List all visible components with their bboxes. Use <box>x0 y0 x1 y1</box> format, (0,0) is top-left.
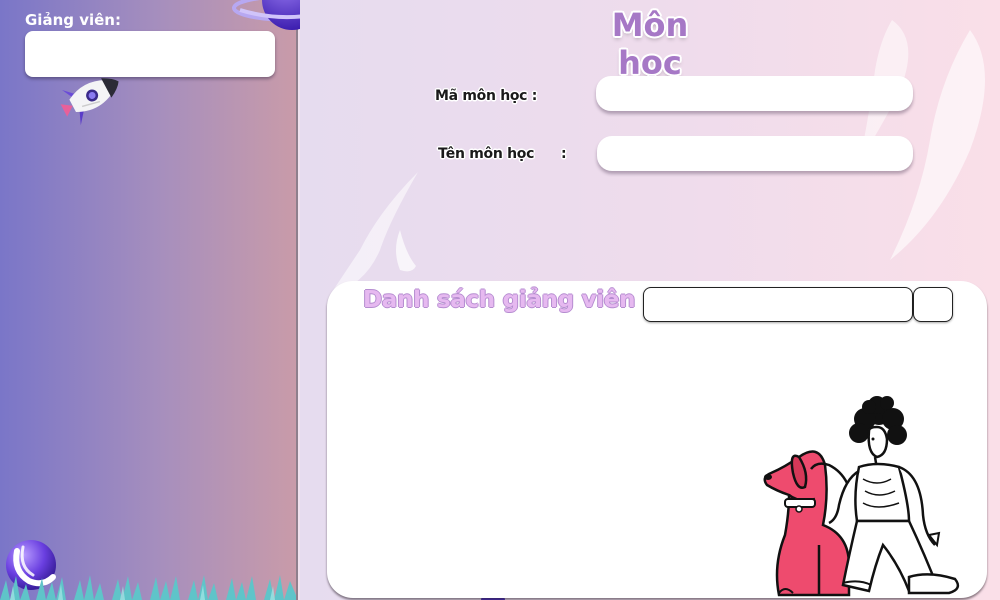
course-name-label: Tên môn học <box>438 146 535 162</box>
sidebar: Giảng viên: <box>0 0 298 600</box>
lecturer-list-panel: Danh sách giảng viên <box>327 281 987 598</box>
lecturer-search-button[interactable] <box>913 287 953 322</box>
course-code-input[interactable] <box>596 76 913 111</box>
grass-icon <box>0 575 296 600</box>
course-code-label: Mã môn học : <box>435 88 538 104</box>
page-title: Môn học <box>611 6 689 82</box>
course-name-input[interactable] <box>597 136 913 171</box>
rocket-icon <box>60 78 119 126</box>
course-name-colon: : <box>561 146 567 162</box>
woman-with-dog-illustration <box>763 396 960 597</box>
lecturer-label: Giảng viên: <box>25 11 121 29</box>
lecturer-search-input[interactable] <box>643 287 913 322</box>
lecturer-list-title: Danh sách giảng viên <box>363 287 636 313</box>
